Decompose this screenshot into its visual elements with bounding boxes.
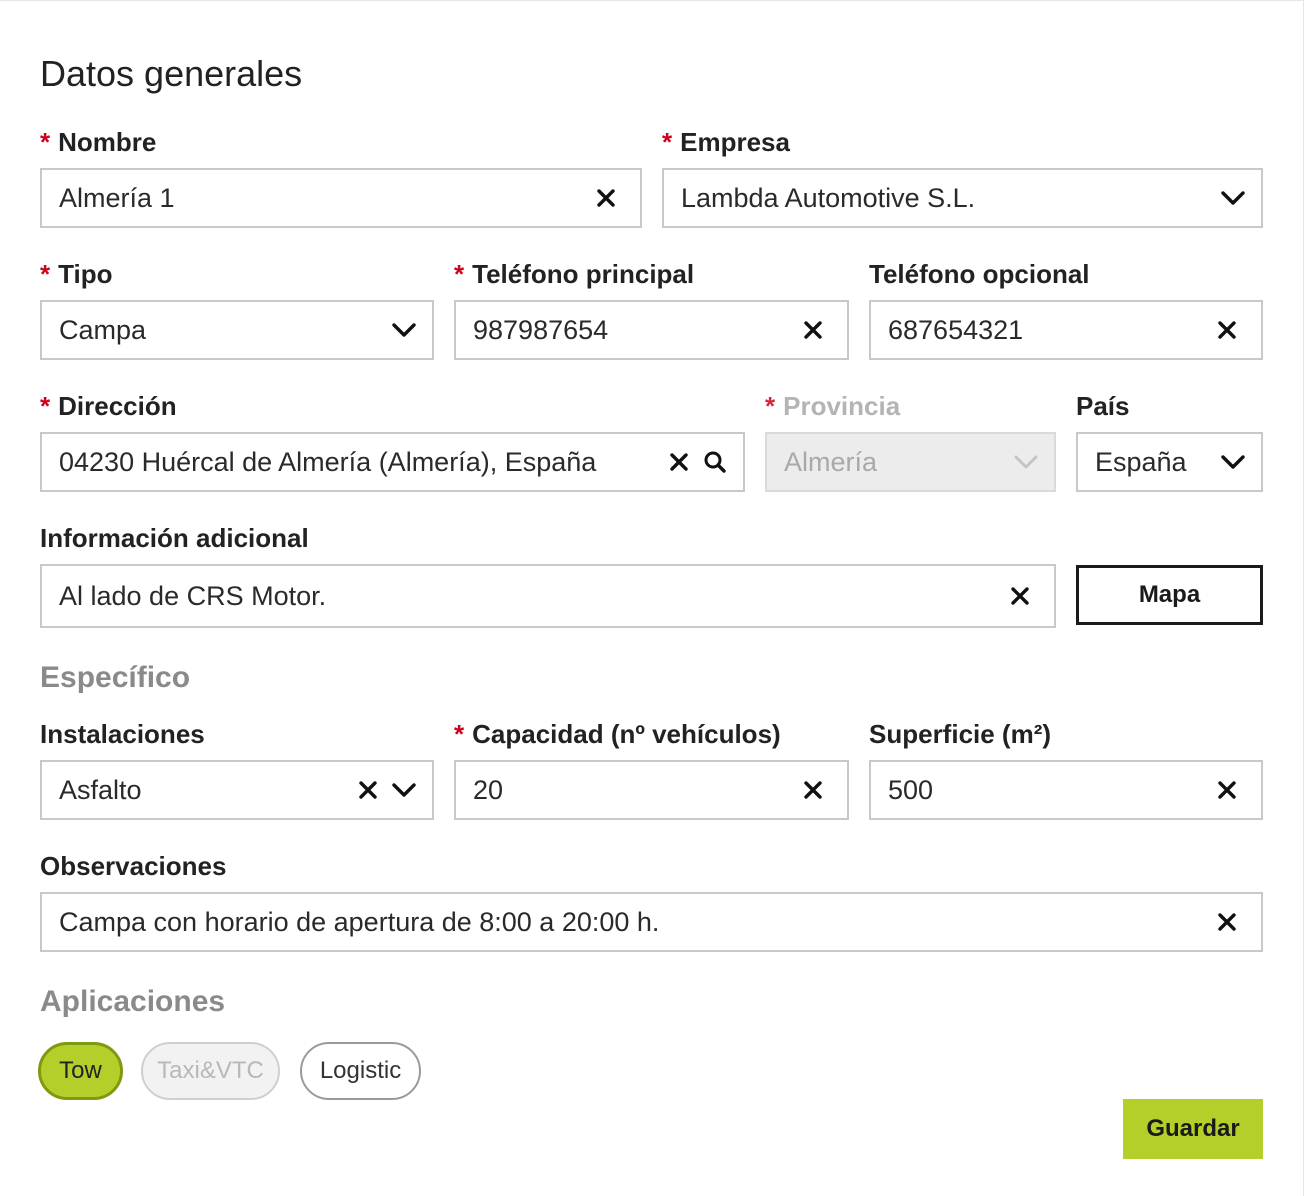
label-direccion: * Dirección [40, 391, 177, 421]
required-mark: * [662, 127, 673, 157]
chip-logistic[interactable]: Logistic [300, 1042, 421, 1100]
direccion-input[interactable]: 04230 Huércal de Almería (Almería), Espa… [40, 432, 745, 492]
required-mark: * [40, 259, 51, 289]
label-informacion-adicional: Información adicional [40, 523, 309, 553]
required-mark: * [765, 391, 776, 421]
chip-tow[interactable]: Tow [38, 1042, 123, 1100]
chevron-down-icon[interactable] [386, 312, 422, 348]
label-pais: País [1076, 391, 1130, 421]
chevron-down-icon[interactable] [1215, 180, 1251, 216]
pais-select[interactable]: España [1076, 432, 1263, 492]
mapa-button[interactable]: Mapa [1076, 565, 1263, 625]
informacion-adicional-input[interactable]: Al lado de CRS Motor. [40, 564, 1056, 628]
required-mark: * [454, 259, 465, 289]
observaciones-input[interactable]: Campa con horario de apertura de 8:00 a … [40, 892, 1263, 952]
close-icon[interactable] [661, 444, 697, 480]
required-mark: * [40, 391, 51, 421]
close-icon[interactable] [1002, 578, 1038, 614]
label-empresa: * Empresa [662, 127, 790, 157]
chevron-down-icon[interactable] [1215, 444, 1251, 480]
required-mark: * [454, 719, 465, 749]
capacidad-input[interactable]: 20 [454, 760, 849, 820]
label-instalaciones: Instalaciones [40, 719, 205, 749]
close-icon[interactable] [795, 312, 831, 348]
label-provincia: * Provincia [765, 391, 901, 421]
section-title-specific: Específico [40, 661, 191, 694]
close-icon[interactable] [1209, 904, 1245, 940]
section-title-general: Datos generales [40, 53, 303, 94]
superficie-input[interactable]: 500 [869, 760, 1263, 820]
close-icon[interactable] [1209, 312, 1245, 348]
label-tipo: * Tipo [40, 259, 113, 289]
close-icon[interactable] [795, 772, 831, 808]
label-observaciones: Observaciones [40, 851, 227, 881]
chip-taxi-vtc: Taxi&VTC [141, 1042, 280, 1100]
label-nombre: * Nombre [40, 127, 157, 157]
telefono-opcional-input[interactable]: 687654321 [869, 300, 1263, 360]
form-panel: Datos generales * Nombre * Empresa Almería… [0, 0, 1304, 1196]
empresa-select[interactable]: Lambda Automotive S.L. [662, 168, 1263, 228]
instalaciones-select[interactable]: Asfalto [40, 760, 434, 820]
close-icon[interactable] [588, 180, 624, 216]
tipo-select[interactable]: Campa [40, 300, 434, 360]
label-capacidad: * Capacidad (nº vehículos) [454, 719, 781, 749]
label-superficie: Superficie (m²) [869, 719, 1052, 749]
close-icon[interactable] [1209, 772, 1245, 808]
label-telefono-opcional: Teléfono opcional [869, 259, 1090, 289]
provincia-select: Almería [765, 432, 1056, 492]
telefono-principal-input[interactable]: 987987654 [454, 300, 849, 360]
label-telefono-principal: * Teléfono principal [454, 259, 695, 289]
required-mark: * [40, 127, 51, 157]
close-icon[interactable] [350, 772, 386, 808]
chevron-down-icon [1008, 444, 1044, 480]
chevron-down-icon[interactable] [386, 772, 422, 808]
guardar-button[interactable]: Guardar [1123, 1099, 1263, 1159]
search-icon[interactable] [697, 444, 733, 480]
section-title-applications: Aplicaciones [40, 985, 226, 1018]
nombre-input[interactable]: Almería 1 [40, 168, 642, 228]
